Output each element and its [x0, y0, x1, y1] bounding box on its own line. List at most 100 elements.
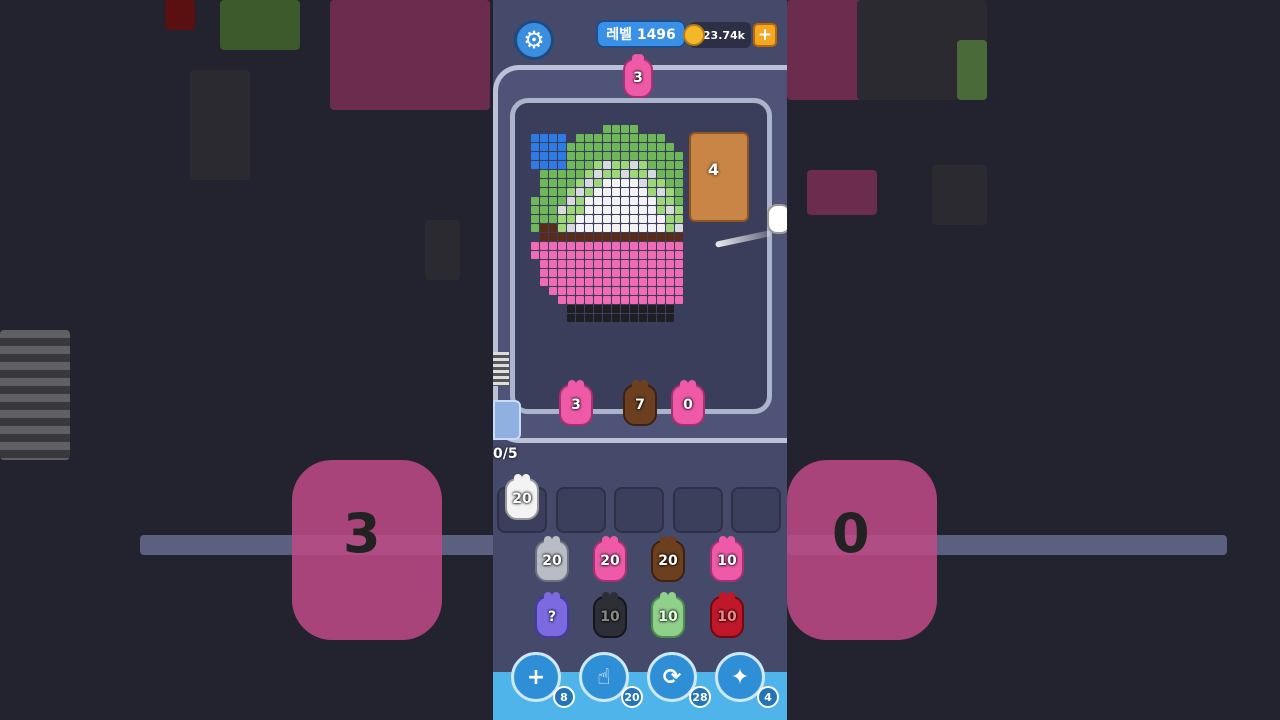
pixel-block	[630, 287, 638, 295]
pixel-block	[657, 296, 665, 304]
pixel-block	[531, 143, 539, 151]
pig-count: 10	[717, 609, 737, 625]
pixel-block	[630, 188, 638, 196]
pixel-block	[657, 224, 665, 232]
pixel-block	[621, 269, 629, 277]
holding-slot[interactable]	[731, 487, 781, 533]
bg-block	[787, 0, 867, 100]
settings-gear-icon[interactable]: ⚙	[514, 20, 554, 60]
pixel-block	[549, 188, 557, 196]
pixel-block	[666, 143, 674, 151]
pig-ear	[602, 592, 610, 602]
pixel-block	[612, 125, 620, 133]
pixel-block	[567, 296, 575, 304]
pixel-block	[603, 269, 611, 277]
conveyor-pig[interactable]: 3	[559, 380, 593, 426]
pixel-block	[612, 161, 620, 169]
ramp-stripes	[493, 352, 509, 386]
pixel-block	[612, 314, 620, 322]
pixel-block	[567, 269, 575, 277]
pixel-block	[567, 179, 575, 187]
pig-count: 10	[600, 609, 620, 625]
pixel-block	[576, 278, 584, 286]
pixel-block	[657, 242, 665, 250]
pixel-block	[576, 305, 584, 313]
pig-count: 7	[635, 397, 645, 413]
pixel-block	[657, 197, 665, 205]
pixel-block	[630, 143, 638, 151]
holding-slot[interactable]	[614, 487, 664, 533]
pixel-block	[630, 125, 638, 133]
pixel-block	[675, 188, 683, 196]
pixel-block	[576, 206, 584, 214]
pixel-block	[621, 188, 629, 196]
pixel-block	[585, 215, 593, 223]
pig-grid-item[interactable]: 10	[593, 592, 627, 638]
pixel-block	[666, 260, 674, 268]
pixel-block	[639, 269, 647, 277]
pixel-block	[567, 314, 575, 322]
pixel-block	[675, 233, 683, 241]
pixel-block	[648, 233, 656, 241]
pixel-block	[585, 269, 593, 277]
pixel-block	[648, 215, 656, 223]
pixel-block	[585, 251, 593, 259]
pixel-block	[666, 287, 674, 295]
pig-grid-item[interactable]: 20	[593, 536, 627, 582]
pixel-block	[621, 314, 629, 322]
pixel-block	[603, 224, 611, 232]
pixel-block	[675, 161, 683, 169]
pixel-block	[576, 143, 584, 151]
pixel-block	[675, 206, 683, 214]
pig-grid-item[interactable]: 20	[651, 536, 685, 582]
pixel-block	[648, 251, 656, 259]
pixel-block	[549, 197, 557, 205]
pixel-block	[648, 296, 656, 304]
pixel-block	[666, 251, 674, 259]
pixel-block	[549, 233, 557, 241]
pixel-block	[540, 197, 548, 205]
pixel-block	[675, 152, 683, 160]
bg-block	[330, 0, 490, 110]
holding-slot[interactable]	[673, 487, 723, 533]
pixel-block	[621, 161, 629, 169]
add-coins-button[interactable]: +	[753, 23, 777, 47]
pixel-block	[585, 260, 593, 268]
pixel-block	[576, 269, 584, 277]
pig-grid-item[interactable]: 10	[651, 592, 685, 638]
pixel-block	[639, 197, 647, 205]
bg-stripes	[0, 330, 70, 460]
booster-count-badge: 28	[689, 686, 711, 708]
pixel-block	[603, 251, 611, 259]
pixel-block	[594, 278, 602, 286]
pixel-block	[621, 296, 629, 304]
pixel-block	[630, 224, 638, 232]
pixel-block	[567, 251, 575, 259]
pig-grid-item[interactable]: 20	[535, 536, 569, 582]
pig-grid-item[interactable]: 10	[710, 536, 744, 582]
pig-grid-item[interactable]: 10	[710, 592, 744, 638]
pixel-block	[576, 197, 584, 205]
holding-slot[interactable]	[556, 487, 606, 533]
pixel-block	[630, 278, 638, 286]
pixel-block	[567, 188, 575, 196]
pixel-block	[657, 170, 665, 178]
pixel-block	[675, 215, 683, 223]
pixel-block	[576, 152, 584, 160]
conveyor-pig[interactable]: 0	[671, 380, 705, 426]
pixel-block	[666, 170, 674, 178]
pixel-block	[603, 314, 611, 322]
pixel-block	[612, 152, 620, 160]
pixel-block	[666, 179, 674, 187]
pixel-block	[639, 296, 647, 304]
pixel-block	[549, 251, 557, 259]
pixel-block	[657, 251, 665, 259]
conveyor-pig[interactable]: 7	[623, 380, 657, 426]
pixel-block	[594, 287, 602, 295]
queue-pig[interactable]: 3	[623, 54, 653, 98]
held-pig[interactable]: 20	[505, 474, 539, 520]
pixel-block	[621, 206, 629, 214]
pig-grid-item[interactable]: ?	[535, 592, 569, 638]
pixel-block	[558, 251, 566, 259]
pixel-block	[558, 170, 566, 178]
